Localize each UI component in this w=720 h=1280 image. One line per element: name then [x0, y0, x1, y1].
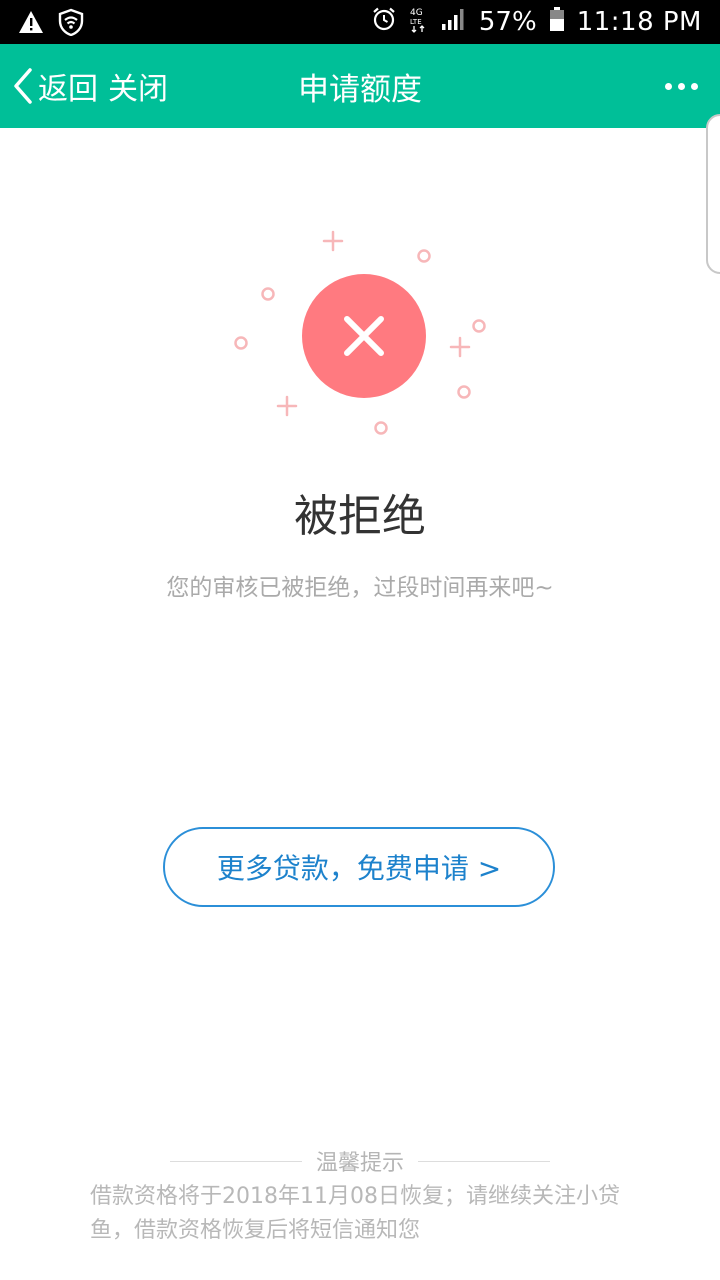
more-dot-icon	[691, 82, 698, 90]
result-title: 被拒绝	[294, 491, 426, 542]
more-dot-icon	[665, 82, 672, 90]
status-right: 4G LTE 57% 11:18 PM	[371, 0, 702, 44]
back-label: 返回	[38, 72, 98, 107]
nav-bar: 返回 关闭 申请额度	[0, 44, 720, 128]
network-type-icon: 4G LTE	[409, 5, 429, 40]
close-button[interactable]: 关闭	[108, 44, 168, 128]
clock: 11:18 PM	[576, 7, 702, 37]
more-dot-icon	[678, 82, 685, 90]
shield-icon	[58, 8, 84, 40]
more-loans-label: 更多贷款，免费申请 >	[216, 852, 502, 885]
status-left	[18, 8, 84, 40]
alarm-icon	[371, 6, 397, 39]
signal-icon	[441, 7, 467, 38]
status-bar: 4G LTE 57% 11:18 PM	[0, 0, 720, 44]
battery-icon	[549, 6, 565, 39]
svg-text:4G: 4G	[410, 8, 423, 18]
battery-percent: 57%	[478, 7, 537, 37]
more-loans-button[interactable]: 更多贷款，免费申请 >	[163, 827, 555, 907]
warning-icon	[18, 9, 44, 39]
tips-header: 温馨提示	[170, 1146, 551, 1176]
back-button[interactable]: 返回	[10, 44, 98, 128]
tips-text: 借款资格将于2018年11月08日恢复；请继续关注小贷鱼，借款资格恢复后将短信通…	[90, 1184, 620, 1243]
result-description: 您的审核已被拒绝，过段时间再来吧~	[166, 575, 554, 601]
chevron-left-icon	[14, 68, 32, 104]
more-options-button[interactable]	[665, 44, 698, 128]
close-label: 关闭	[108, 72, 168, 107]
reject-illustration	[220, 220, 500, 450]
divider	[418, 1160, 551, 1162]
divider	[170, 1160, 302, 1162]
svg-text:LTE: LTE	[410, 18, 422, 26]
tips-heading: 温馨提示	[316, 1151, 405, 1176]
edge-panel-handle[interactable]	[706, 114, 720, 274]
